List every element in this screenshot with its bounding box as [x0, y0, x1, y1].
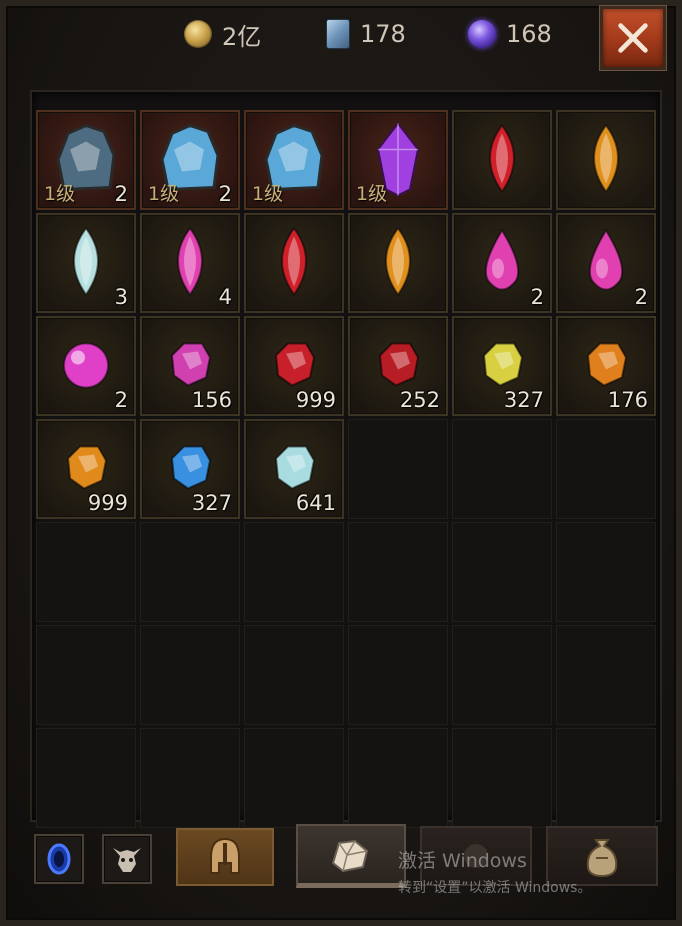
- inventory-slot-pink-orb[interactable]: 2: [36, 316, 136, 416]
- inventory-slot-orange-rough-gem[interactable]: 176: [556, 316, 656, 416]
- item-count: 252: [399, 388, 440, 412]
- tab-bag[interactable]: [546, 826, 658, 886]
- purple-orb-icon: [468, 20, 496, 48]
- orb-amount: 168: [506, 20, 552, 48]
- inventory-slot-red-marquise-gem[interactable]: [244, 213, 344, 313]
- portal-button[interactable]: [34, 834, 84, 884]
- item-level: 1级: [44, 183, 76, 205]
- tab-materials[interactable]: [420, 826, 532, 886]
- item-count: 2: [114, 182, 128, 206]
- inventory-slot-red-marquise-gem[interactable]: [452, 110, 552, 210]
- inventory-slot-red-rough-gem[interactable]: 999: [244, 316, 344, 416]
- tab-equipment[interactable]: [176, 828, 274, 886]
- inventory-slot-empty[interactable]: [244, 522, 344, 622]
- inventory-grid: 1级 2 1级 2 1级 1级 3 4 2 2 2 156 999 252 327 176 999 327 641: [30, 90, 662, 828]
- inventory-slot-empty[interactable]: [556, 625, 656, 725]
- inventory-slot-empty[interactable]: [348, 625, 448, 725]
- inventory-slot-white-rough-gem[interactable]: 641: [244, 419, 344, 519]
- red-marquise-gem-icon: [281, 226, 307, 297]
- inventory-slot-empty[interactable]: [140, 728, 240, 828]
- orb-currency: 168: [468, 18, 552, 50]
- blue-portal-icon: [47, 843, 71, 875]
- inventory-slot-blue-ore-stone[interactable]: 1级: [244, 110, 344, 210]
- gold-currency: 2亿: [184, 18, 262, 51]
- inventory-slot-empty[interactable]: [452, 625, 552, 725]
- gem-bag-icon: [331, 839, 369, 872]
- item-count: 327: [191, 491, 232, 515]
- inventory-slot-amber-marquise-gem[interactable]: [556, 110, 656, 210]
- inventory-slot-red-rough-gem[interactable]: 252: [348, 316, 448, 416]
- inventory-slot-purple-crystal[interactable]: 1级: [348, 110, 448, 210]
- scroll-amount: 178: [360, 20, 406, 48]
- item-count: 2: [634, 285, 648, 309]
- helmet-icon: [210, 837, 240, 874]
- inventory-slot-dark-ore-stone[interactable]: 1级 2: [36, 110, 136, 210]
- item-count: 2: [530, 285, 544, 309]
- gold-coin-icon: [184, 20, 212, 48]
- inventory-slot-empty[interactable]: [452, 522, 552, 622]
- inventory-slot-empty[interactable]: [556, 522, 656, 622]
- inventory-slot-empty[interactable]: [140, 522, 240, 622]
- inventory-slot-blue-rough-gem[interactable]: 327: [140, 419, 240, 519]
- empty-tab-icon: [464, 844, 488, 868]
- demon-button[interactable]: [102, 834, 152, 884]
- item-count: 3: [114, 285, 128, 309]
- inventory-slot-empty[interactable]: [244, 625, 344, 725]
- inventory-slot-empty[interactable]: [348, 419, 448, 519]
- inventory-slot-yellow-rough-gem[interactable]: 327: [452, 316, 552, 416]
- red-marquise-gem-icon: [489, 123, 515, 194]
- pink-marquise-gem-icon: [177, 226, 203, 297]
- close-icon: [618, 23, 648, 53]
- money-bag-icon: [586, 839, 618, 878]
- scroll-icon: [326, 19, 350, 49]
- pink-teardrop-gem-icon: [588, 228, 624, 291]
- inventory-slot-blue-ore-stone[interactable]: 1级 2: [140, 110, 240, 210]
- inventory-slot-empty[interactable]: [36, 522, 136, 622]
- gold-amount: 2亿: [222, 22, 262, 51]
- inventory-slot-empty[interactable]: [36, 728, 136, 828]
- inventory-slot-pink-rough-gem[interactable]: 156: [140, 316, 240, 416]
- item-level: 1级: [252, 183, 284, 205]
- inventory-slot-empty[interactable]: [140, 625, 240, 725]
- item-level: 1级: [356, 183, 388, 205]
- white-marquise-gem-icon: [73, 226, 99, 297]
- inventory-window: 2亿 178 168 1级 2 1级 2 1级 1级 3 4 2 2 2 156 999 252 327 17…: [0, 0, 682, 926]
- inventory-slot-empty[interactable]: [36, 625, 136, 725]
- item-count: 999: [295, 388, 336, 412]
- item-count: 156: [191, 388, 232, 412]
- inventory-slot-empty[interactable]: [556, 728, 656, 828]
- bottom-tab-bar: [0, 820, 682, 926]
- item-count: 2: [218, 182, 232, 206]
- item-level: 1级: [148, 183, 180, 205]
- inventory-slot-white-marquise-gem[interactable]: 3: [36, 213, 136, 313]
- demon-skull-icon: [113, 848, 141, 872]
- amber-marquise-gem-icon: [385, 226, 411, 297]
- pink-teardrop-gem-icon: [484, 228, 520, 291]
- inventory-slot-empty[interactable]: [244, 728, 344, 828]
- amber-marquise-gem-icon: [593, 123, 619, 194]
- inventory-slot-empty[interactable]: [452, 728, 552, 828]
- inventory-slot-empty[interactable]: [452, 419, 552, 519]
- item-count: 641: [295, 491, 336, 515]
- pink-orb-icon: [63, 342, 109, 389]
- inventory-slot-empty[interactable]: [556, 419, 656, 519]
- tab-gems[interactable]: [296, 824, 406, 888]
- item-count: 176: [607, 388, 648, 412]
- inventory-slot-orange-rough-gem[interactable]: 999: [36, 419, 136, 519]
- inventory-slot-pink-marquise-gem[interactable]: 4: [140, 213, 240, 313]
- inventory-slot-empty[interactable]: [348, 728, 448, 828]
- item-count: 327: [503, 388, 544, 412]
- item-count: 2: [114, 388, 128, 412]
- inventory-slot-empty[interactable]: [348, 522, 448, 622]
- inventory-slot-pink-teardrop-gem[interactable]: 2: [452, 213, 552, 313]
- inventory-slot-pink-teardrop-gem[interactable]: 2: [556, 213, 656, 313]
- inventory-slot-amber-marquise-gem[interactable]: [348, 213, 448, 313]
- close-button[interactable]: [600, 6, 666, 70]
- item-count: 4: [218, 285, 232, 309]
- scroll-currency: 178: [326, 18, 406, 50]
- item-count: 999: [87, 491, 128, 515]
